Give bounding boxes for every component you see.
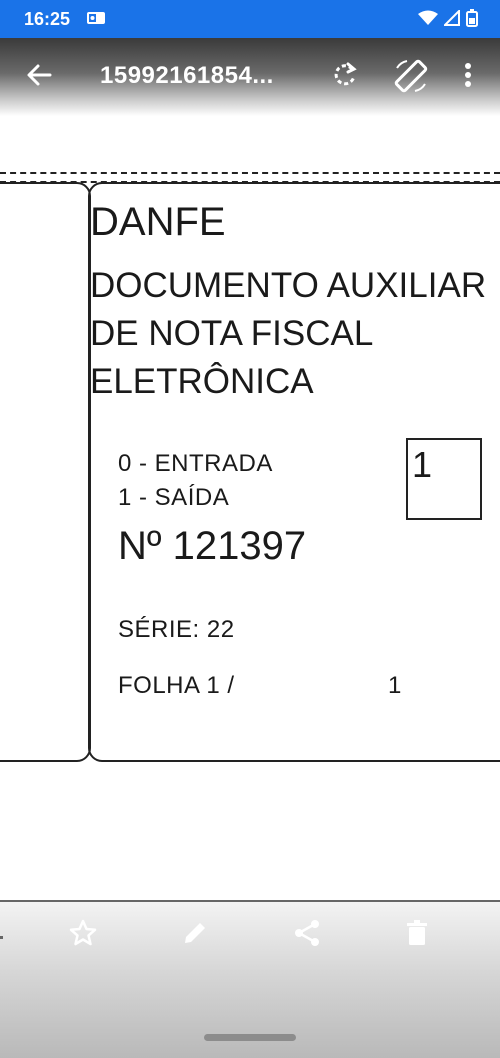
status-bar: 16:25 — [0, 0, 500, 38]
star-icon[interactable] — [68, 918, 98, 948]
screen-rotation-icon[interactable] — [393, 58, 429, 94]
bottom-action-bar — [0, 900, 500, 1058]
back-arrow-icon[interactable] — [24, 60, 54, 90]
signal-icon — [444, 10, 460, 26]
description-line-2: DE NOTA FISCAL — [90, 314, 374, 353]
saida-label: 1 - SAÍDA — [118, 484, 230, 511]
delete-icon[interactable] — [402, 918, 432, 948]
system-icons — [418, 9, 478, 27]
entrada-label: 0 - ENTRADA — [118, 450, 273, 477]
gesture-nav-handle[interactable] — [204, 1034, 296, 1041]
edit-icon[interactable] — [180, 918, 210, 948]
operation-type-box: 1 — [406, 438, 482, 520]
invoice-series: SÉRIE: 22 — [118, 616, 235, 643]
wifi-icon — [418, 10, 438, 25]
invoice-number: Nº 121397 — [118, 524, 307, 568]
file-title: 15992161854... — [100, 62, 274, 89]
outlook-notification-icon — [87, 12, 105, 24]
refresh-icon[interactable] — [330, 60, 360, 90]
sheet-label: FOLHA 1 / — [118, 672, 235, 699]
app-bar: 15992161854... — [0, 38, 500, 116]
status-time: 16:25 — [24, 9, 71, 29]
more-options-icon[interactable] — [456, 60, 480, 90]
description-line-3: ELETRÔNICA — [90, 362, 314, 401]
danfe-heading: DANFE — [90, 200, 226, 244]
sheet-total: 1 — [388, 672, 402, 699]
document-preview[interactable]: DANFE DOCUMENTO AUXILIAR DE NOTA FISCAL … — [0, 150, 500, 770]
share-icon[interactable] — [292, 918, 322, 948]
operation-type-value: 1 — [412, 444, 433, 485]
danfe-description: DOCUMENTO AUXILIAR DE NOTA FISCAL ELETRÔ… — [90, 262, 486, 406]
left-panel-box — [0, 182, 91, 762]
description-line-1: DOCUMENTO AUXILIAR — [90, 266, 487, 305]
battery-icon — [466, 9, 478, 27]
edge-dot — [0, 936, 3, 939]
